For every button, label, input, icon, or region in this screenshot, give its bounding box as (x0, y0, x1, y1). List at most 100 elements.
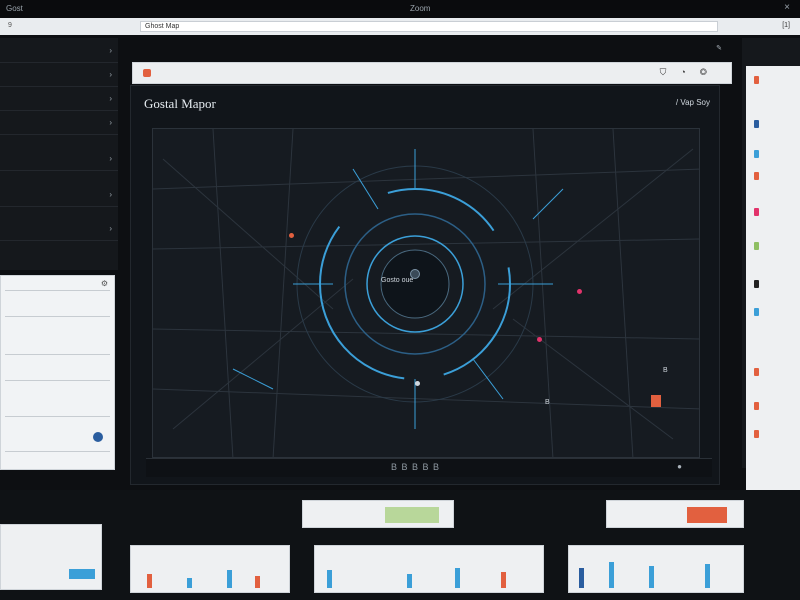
address-bar: 9 Ghost Map [1] (0, 18, 800, 35)
address-left-label: 9 (8, 22, 12, 29)
item-color-icon (754, 208, 759, 216)
map-title: Gostal Mapor (144, 96, 216, 111)
chevron-icon: › (109, 70, 112, 79)
item-color-icon (754, 430, 759, 438)
chart-bar (649, 566, 654, 588)
target-icon[interactable]: ◎ (700, 67, 721, 77)
divider (5, 290, 110, 291)
right-panel-item[interactable] (754, 400, 798, 412)
right-panel-item[interactable] (754, 306, 798, 318)
left-info-panel: ⚙ (0, 275, 115, 470)
chart-bar (227, 570, 232, 588)
map-subtitle: / Vap Soy (675, 98, 710, 107)
address-input[interactable]: Ghost Map (140, 21, 718, 32)
shield-icon[interactable]: ⛉ (660, 67, 681, 77)
right-panel-item[interactable] (754, 240, 798, 252)
info-icon[interactable]: ◔ (680, 67, 699, 77)
toolbar-icons: ⛉◔◎ (660, 67, 721, 78)
titlebar-left-text: Gost (6, 4, 23, 13)
card-thumbnail (385, 507, 439, 523)
right-panel-item[interactable] (754, 170, 798, 182)
chart-card[interactable] (130, 545, 290, 593)
right-panel-item[interactable] (754, 428, 798, 440)
right-panel-item[interactable] (754, 118, 798, 130)
chart-bar (501, 572, 506, 588)
divider (5, 451, 110, 452)
settings-icon[interactable]: ⚙ (101, 279, 108, 288)
map-marker[interactable] (289, 233, 294, 238)
item-color-icon (754, 280, 759, 288)
status-icon: ● (677, 462, 682, 471)
chart-bar (705, 564, 710, 588)
map-marker[interactable] (577, 289, 582, 294)
chart-bar (579, 568, 584, 588)
item-color-icon (754, 120, 759, 128)
right-panel-item[interactable] (754, 366, 798, 378)
item-color-icon (754, 308, 759, 316)
item-color-icon (754, 76, 759, 84)
divider (5, 380, 110, 381)
map-marker[interactable] (537, 337, 542, 342)
chart-bar (147, 574, 152, 588)
main-header: ✎ (132, 40, 732, 56)
chevron-icon: › (109, 190, 112, 199)
card-thumbnail (687, 507, 727, 523)
map-status-text: B B B B B (391, 462, 441, 472)
divider (5, 354, 110, 355)
chevron-icon: › (109, 118, 112, 127)
sidebar-item[interactable]: › (0, 40, 118, 63)
item-color-icon (754, 172, 759, 180)
window-title-bar: Gost Zoom × (0, 0, 800, 18)
bottom-dashboard (0, 490, 800, 600)
map-canvas[interactable]: Gosto oue B B (152, 128, 700, 458)
right-panel (746, 66, 800, 501)
profile-icon[interactable] (93, 432, 103, 442)
center-label: Gosto oue (381, 277, 414, 284)
sidebar: › › › › › › › (0, 38, 118, 270)
bottom-card[interactable] (302, 500, 454, 528)
chart-bar (187, 578, 192, 588)
chart-bar (407, 574, 412, 588)
bottom-card[interactable] (0, 524, 102, 590)
right-column (742, 38, 800, 501)
divider (5, 416, 110, 417)
map-tag-c: B (663, 367, 668, 374)
chart-bar (255, 576, 260, 588)
right-panel-item[interactable] (754, 278, 798, 290)
sidebar-item[interactable]: › (0, 148, 118, 171)
chart-bar (609, 562, 614, 588)
item-color-icon (754, 402, 759, 410)
divider (5, 316, 110, 317)
address-right-label: [1] (782, 22, 790, 29)
map-tag-d[interactable] (651, 395, 661, 407)
right-panel-item[interactable] (754, 206, 798, 218)
header-action-icon[interactable]: ✎ (716, 44, 722, 52)
sidebar-item[interactable]: › (0, 218, 118, 241)
close-icon[interactable]: × (784, 2, 790, 13)
chart-card[interactable] (314, 545, 544, 593)
card-action-button[interactable] (69, 569, 95, 579)
item-color-icon (754, 242, 759, 250)
map-toolbar: ⛉◔◎ (132, 62, 732, 84)
sidebar-item[interactable]: › (0, 112, 118, 135)
item-color-icon (754, 150, 759, 158)
chevron-icon: › (109, 224, 112, 233)
chart-bar (455, 568, 460, 588)
chart-bar (327, 570, 332, 588)
chevron-icon: › (109, 94, 112, 103)
map-tag-b: B (545, 399, 550, 406)
map-status-bar: B B B B B ● (146, 458, 712, 477)
sidebar-item[interactable]: › (0, 184, 118, 207)
sidebar-item[interactable]: › (0, 64, 118, 87)
map-marker[interactable] (415, 381, 420, 386)
sidebar-item[interactable]: › (0, 88, 118, 111)
chevron-icon: › (109, 46, 112, 55)
right-panel-item[interactable] (754, 148, 798, 160)
item-color-icon (754, 368, 759, 376)
right-panel-item[interactable] (754, 74, 798, 86)
map-graphic (153, 129, 699, 457)
chevron-icon: › (109, 154, 112, 163)
bottom-card[interactable] (606, 500, 744, 528)
chart-card[interactable] (568, 545, 744, 593)
titlebar-center-text: Zoom (410, 4, 431, 13)
